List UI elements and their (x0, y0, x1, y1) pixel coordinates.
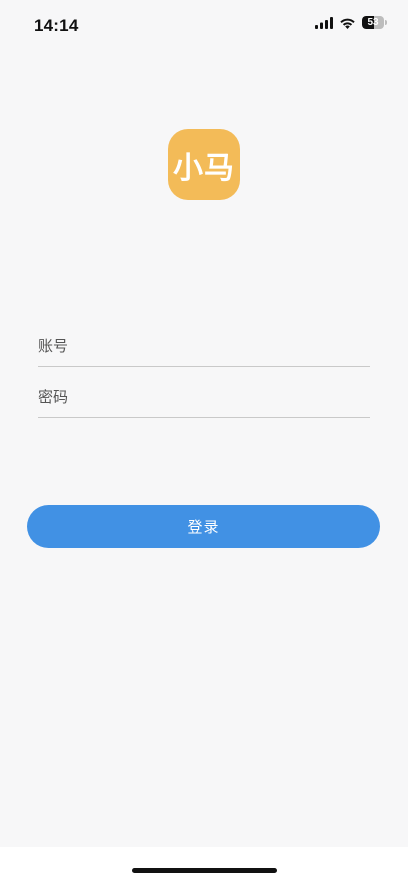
login-button[interactable]: 登录 (27, 505, 380, 548)
battery-level-text: 53 (367, 17, 379, 28)
status-bar: 14:14 53 (0, 0, 408, 52)
home-indicator[interactable] (132, 868, 277, 873)
cellular-signal-icon (315, 16, 333, 29)
account-input[interactable] (38, 326, 370, 366)
wifi-icon (339, 17, 356, 29)
password-field-container (38, 377, 370, 418)
password-input[interactable] (38, 377, 370, 417)
status-icons: 53 (315, 16, 388, 29)
status-time: 14:14 (34, 16, 79, 35)
bottom-safe-area (0, 847, 408, 883)
app-logo: 小马 (168, 129, 240, 200)
battery-icon: 53 (362, 16, 388, 29)
account-field-container (38, 326, 370, 367)
